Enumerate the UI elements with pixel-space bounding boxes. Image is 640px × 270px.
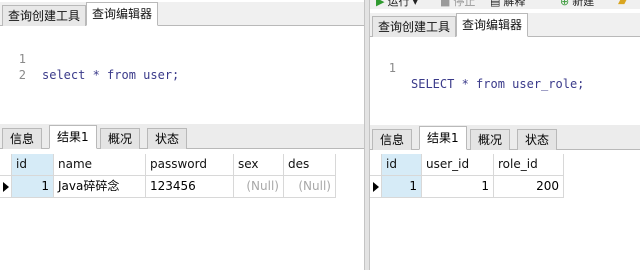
line-number: 1: [388, 61, 396, 75]
stop-icon: ■: [440, 0, 451, 8]
cell-name[interactable]: Java碎碎念: [54, 176, 146, 198]
query-toolbar: ▶ 运行 ▾ ■ 停止 ▤ 解释 ⊕ 新建 ▰: [370, 0, 640, 9]
column-header-user-id[interactable]: user_id: [422, 154, 494, 176]
tab-info[interactable]: 信息: [372, 129, 413, 150]
run-button[interactable]: ▶ 运行 ▾: [376, 0, 418, 9]
editor-line: 1 SELECT * from user_role;: [370, 44, 585, 91]
row-indicator-header: [0, 154, 12, 176]
cell-des[interactable]: (Null): [284, 176, 336, 198]
cell-id[interactable]: 1: [12, 176, 54, 198]
right-query-pane: ▶ 运行 ▾ ■ 停止 ▤ 解释 ⊕ 新建 ▰ 查询创建工具 查询编辑器 1 SELECT…: [370, 0, 640, 270]
tab-status[interactable]: 状态: [517, 129, 558, 150]
column-header-name[interactable]: name: [54, 154, 146, 176]
stop-label: 停止: [453, 0, 476, 8]
column-header-id[interactable]: id: [12, 154, 54, 176]
explain-icon: ▤: [490, 0, 501, 8]
tab-query-editor[interactable]: 查询编辑器: [456, 13, 529, 37]
cell-password[interactable]: 123456: [146, 176, 234, 198]
tab-query-builder[interactable]: 查询创建工具: [2, 5, 87, 26]
play-icon: ▶: [376, 0, 385, 8]
current-row-arrow-icon: [3, 182, 9, 192]
cell-role-id[interactable]: 200: [494, 176, 564, 198]
column-header-password[interactable]: password: [146, 154, 234, 176]
tab-result-1[interactable]: 结果1: [49, 125, 97, 149]
new-button[interactable]: ⊕ 新建: [560, 0, 594, 9]
plus-icon: ⊕: [560, 0, 570, 8]
line-number: 2: [18, 68, 26, 82]
tab-profile[interactable]: 概况: [470, 129, 511, 150]
dropdown-arrow-icon: ▾: [412, 0, 418, 8]
stop-button[interactable]: ■ 停止: [440, 0, 475, 9]
current-row-arrow-icon: [373, 182, 379, 192]
sql-editor[interactable]: 1 select * from user; 2: [0, 26, 364, 123]
tab-info[interactable]: 信息: [2, 128, 43, 149]
editor-tabstrip: 查询创建工具 查询编辑器: [0, 2, 364, 26]
cell-sex[interactable]: (Null): [234, 176, 284, 198]
result-tabstrip: 信息 结果1 概况 状态: [0, 124, 364, 149]
column-header-id[interactable]: id: [382, 154, 422, 176]
left-query-pane: 查询创建工具 查询编辑器 1 select * from user; 2 信息 …: [0, 0, 364, 270]
editor-line: 1 select * from user;: [0, 35, 180, 82]
cell-id[interactable]: 1: [382, 176, 422, 198]
tab-query-editor[interactable]: 查询编辑器: [86, 2, 159, 26]
explain-button[interactable]: ▤ 解释: [490, 0, 525, 9]
tab-result-1[interactable]: 结果1: [419, 126, 467, 150]
new-label: 新建: [572, 0, 595, 8]
row-indicator: [0, 176, 12, 198]
sql-code: SELECT * from user_role;: [411, 77, 585, 91]
row-indicator: [370, 176, 382, 198]
column-header-des[interactable]: des: [284, 154, 336, 176]
column-header-sex[interactable]: sex: [234, 154, 284, 176]
result-tabstrip: 信息 结果1 概况 状态: [370, 125, 640, 150]
cell-user-id[interactable]: 1: [422, 176, 494, 198]
tab-status[interactable]: 状态: [147, 128, 188, 149]
column-header-role-id[interactable]: role_id: [494, 154, 564, 176]
row-indicator-header: [370, 154, 382, 176]
editor-line: 2: [0, 51, 43, 82]
run-label: 运行: [387, 0, 410, 8]
sql-code: select * from user;: [42, 68, 180, 82]
tab-profile[interactable]: 概况: [100, 128, 141, 149]
sql-editor[interactable]: 1 SELECT * from user_role;: [370, 37, 640, 125]
editor-tabstrip: 查询创建工具 查询编辑器: [370, 13, 640, 37]
folder-icon[interactable]: ▰: [618, 0, 626, 9]
tab-query-builder[interactable]: 查询创建工具: [372, 16, 457, 37]
explain-label: 解释: [503, 0, 526, 8]
